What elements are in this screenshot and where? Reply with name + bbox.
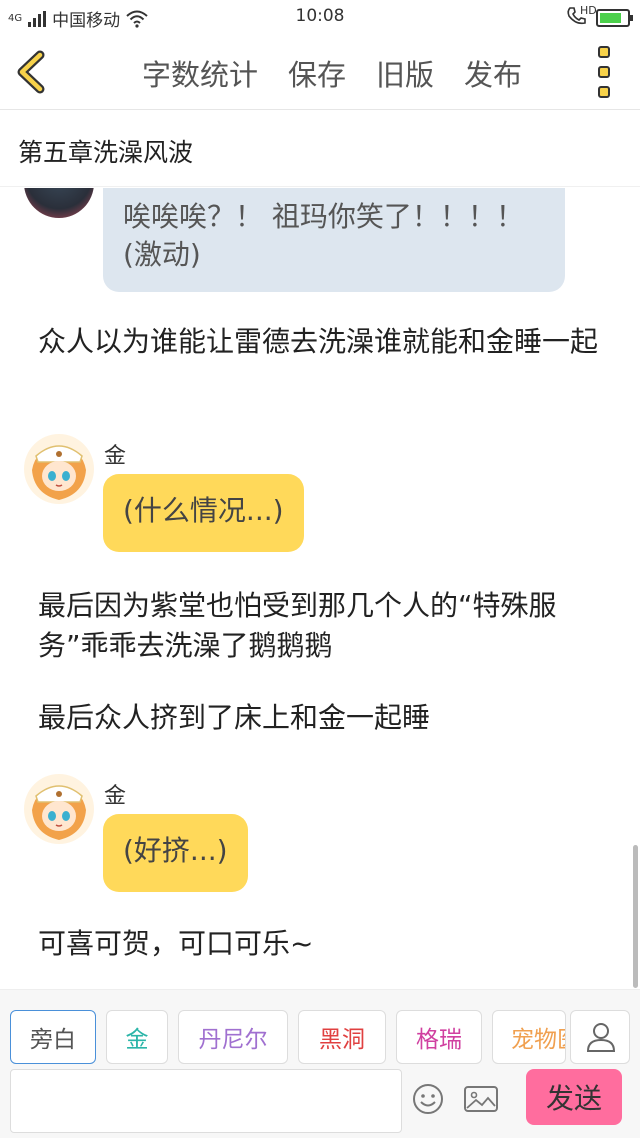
chevron-left-icon — [17, 50, 45, 94]
battery-level — [600, 12, 621, 23]
battery-icon — [596, 8, 633, 27]
person-icon — [586, 1023, 616, 1052]
role-blackhole-button[interactable]: 黑洞 — [298, 1010, 386, 1064]
emoji-button[interactable] — [412, 1083, 444, 1115]
speaker-name: 金 — [104, 784, 127, 809]
more-menu-button[interactable] — [594, 46, 614, 98]
status-bar: 4G 中国移动 10:08 HD — [0, 0, 640, 34]
bubble-text: 唉唉唉？！ 祖玛你笑了！！！！(激动) — [123, 200, 524, 271]
narration-text[interactable]: 最后众人挤到了床上和金一起睡 — [38, 698, 608, 738]
status-right: HD — [566, 4, 633, 29]
role-vet-button[interactable]: 宠物医 — [492, 1010, 566, 1064]
bubble-text: (什么情况...) — [123, 494, 284, 527]
save-button[interactable]: 保存 — [288, 52, 346, 94]
role-label: 金 — [125, 1027, 149, 1053]
narration-text[interactable]: 可喜可贺，可口可乐~ — [38, 924, 608, 964]
chapter-title[interactable]: 第五章洗澡风波 — [18, 133, 193, 169]
dot-icon — [598, 86, 610, 98]
role-jin-button[interactable]: 金 — [106, 1010, 168, 1064]
role-label: 格瑞 — [416, 1027, 462, 1053]
narration-text[interactable]: 众人以为谁能让雷德去洗澡谁就能和金睡一起 — [38, 322, 608, 362]
speaker-name: 金 — [104, 444, 127, 469]
hd-call-icon: HD — [566, 4, 597, 29]
dot-icon — [598, 66, 610, 78]
add-role-button[interactable] — [570, 1010, 630, 1064]
message-input-bar: 发送 — [0, 1065, 640, 1138]
image-icon — [464, 1086, 498, 1112]
avatar — [24, 188, 94, 218]
hd-label: HD — [580, 4, 597, 17]
back-button[interactable] — [14, 50, 54, 94]
character-avatar-image — [24, 774, 94, 844]
smiley-icon — [413, 1084, 443, 1114]
toolbar-actions: 字数统计 保存 旧版 发布 — [142, 52, 522, 94]
old-version-button[interactable]: 旧版 — [376, 52, 434, 94]
dot-icon — [598, 46, 610, 58]
role-selector-bar: 旁白 金 丹尼尔 黑洞 格瑞 宠物医 — [0, 989, 640, 1065]
send-button[interactable]: 发送 — [526, 1069, 622, 1125]
chat-bubble[interactable]: 唉唉唉？！ 祖玛你笑了！！！！(激动) — [103, 188, 565, 292]
role-label: 宠物医 — [511, 1027, 565, 1053]
role-label: 黑洞 — [319, 1027, 365, 1053]
avatar-jin[interactable] — [24, 434, 94, 504]
chat-bubble[interactable]: (好挤...) — [103, 814, 248, 892]
message-input[interactable] — [10, 1069, 402, 1133]
word-count-button[interactable]: 字数统计 — [142, 52, 258, 94]
scrollbar[interactable] — [633, 845, 638, 988]
character-avatar-image — [24, 434, 94, 504]
role-narrator-button[interactable]: 旁白 — [10, 1010, 96, 1064]
image-button[interactable] — [463, 1083, 499, 1115]
editor-toolbar: 字数统计 保存 旧版 发布 — [0, 34, 640, 110]
publish-button[interactable]: 发布 — [464, 52, 522, 94]
avatar-jin[interactable] — [24, 774, 94, 844]
story-content[interactable]: 唉唉唉？！ 祖玛你笑了！！！！(激动) 众人以为谁能让雷德去洗澡谁就能和金睡一起… — [0, 188, 640, 988]
role-label: 旁白 — [30, 1027, 76, 1053]
role-grey-button[interactable]: 格瑞 — [396, 1010, 482, 1064]
narration-text[interactable]: 最后因为紫堂也怕受到那几个人的“特殊服务”乖乖去洗澡了鹅鹅鹅 — [38, 586, 608, 666]
chat-bubble[interactable]: (什么情况...) — [103, 474, 304, 552]
role-label: 丹尼尔 — [198, 1027, 268, 1053]
clock: 10:08 — [295, 6, 345, 26]
chapter-header: 第五章洗澡风波 — [0, 111, 640, 187]
role-daniel-button[interactable]: 丹尼尔 — [178, 1010, 288, 1064]
bubble-text: (好挤...) — [123, 834, 228, 867]
